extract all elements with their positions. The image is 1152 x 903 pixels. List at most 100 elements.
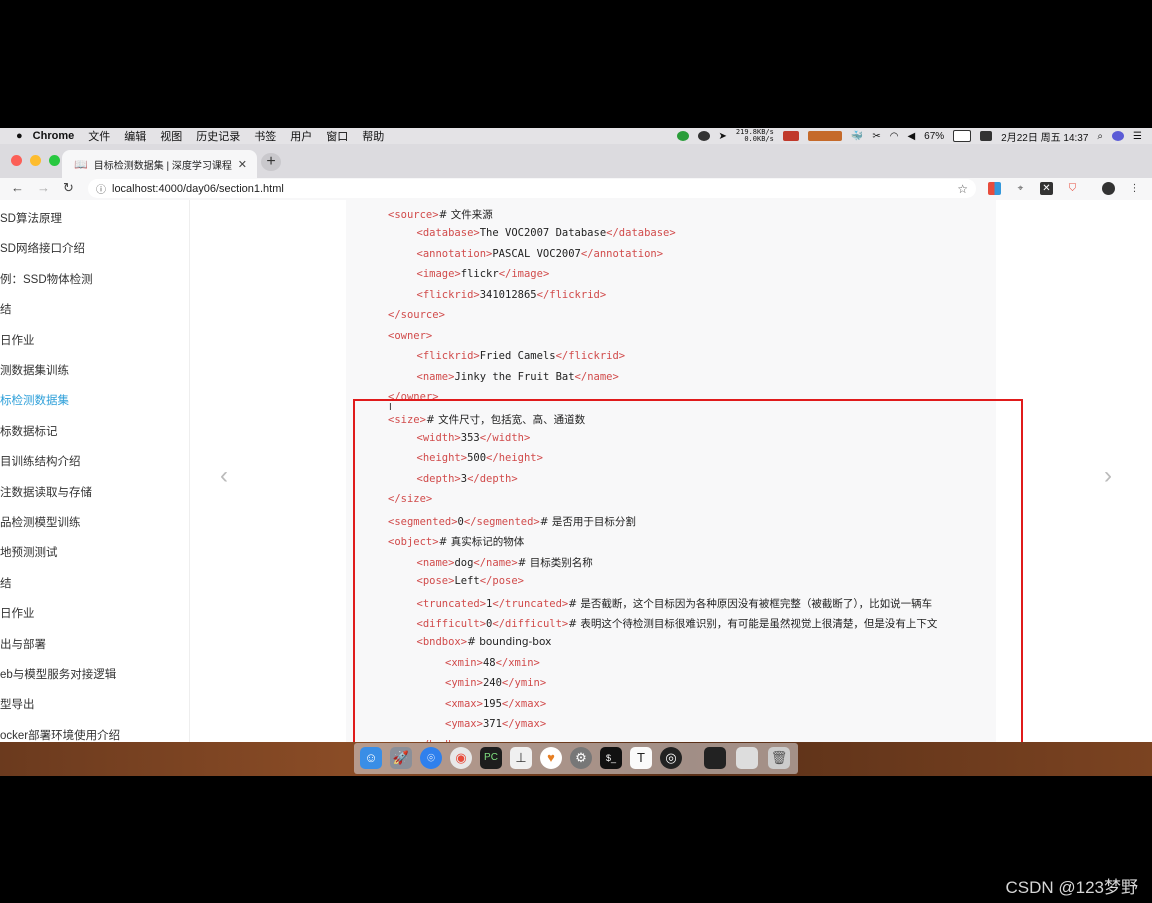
activity-graph-icon[interactable]	[807, 131, 842, 141]
menu-view[interactable]: 视图	[160, 128, 182, 144]
bookmark-star-icon[interactable]: ☆	[957, 182, 968, 196]
extension-shield-icon[interactable]: ⛉	[1066, 182, 1079, 195]
pycharm-icon[interactable]: PC	[480, 747, 502, 769]
extension-cursor-icon[interactable]: ⌖	[1014, 182, 1027, 195]
app-status-icon[interactable]	[697, 131, 710, 141]
sidebar-item-active[interactable]: 标检测数据集	[0, 392, 69, 408]
keynote-icon[interactable]: ⊥	[510, 747, 532, 769]
finder-icon[interactable]: ☺	[360, 747, 382, 769]
code-line: <database>The VOC2007 Database</database…	[417, 227, 676, 239]
dock: ☺ 🚀 ⌾ ◉ PC ⊥ ♥ ⚙ $_ T ◎ 🗑	[354, 743, 798, 774]
launchpad-icon[interactable]: 🚀	[390, 747, 412, 769]
system-preferences-icon[interactable]: ⚙	[570, 747, 592, 769]
battery-percent[interactable]: 67%	[924, 131, 944, 142]
send-icon[interactable]: ➤	[719, 131, 727, 142]
profile-avatar[interactable]	[1102, 182, 1115, 195]
app-icon[interactable]: ♥	[540, 747, 562, 769]
sidebar-item[interactable]: 日作业	[0, 332, 35, 348]
xml-tag: <database>	[416, 227, 480, 240]
trash-icon[interactable]: 🗑	[768, 747, 790, 769]
update-icon[interactable]	[676, 131, 689, 141]
typora-icon[interactable]: T	[630, 747, 652, 769]
sidebar-item[interactable]: 标数据标记	[0, 423, 58, 439]
menu-window[interactable]: 窗口	[326, 128, 348, 144]
bottom-strip	[0, 776, 1152, 903]
menu-app-name[interactable]: Chrome	[33, 130, 75, 142]
chrome-menu-icon[interactable]: ⋮	[1128, 182, 1141, 195]
menu-help[interactable]: 帮助	[362, 128, 384, 144]
info-icon[interactable]: ⓘ	[96, 181, 106, 196]
extension-grid-icon[interactable]	[988, 182, 1001, 195]
xml-tag: </source>	[388, 309, 445, 322]
sidebar-item[interactable]: 目训练结构介绍	[0, 453, 81, 469]
tab-title: 目标检测数据集 | 深度学习课程	[93, 160, 232, 172]
spotlight-search-icon[interactable]: ⌕	[1097, 131, 1103, 142]
obs-icon[interactable]: ◎	[660, 747, 682, 769]
url-text[interactable]: localhost:4000/day06/section1.html	[112, 183, 284, 195]
input-source-icon[interactable]	[980, 131, 993, 141]
terminal-icon[interactable]: $_	[600, 747, 622, 769]
sidebar-item[interactable]: 日作业	[0, 605, 35, 621]
menu-bookmarks[interactable]: 书签	[254, 128, 276, 144]
sidebar-item[interactable]: eb与模型服务对接逻辑	[0, 666, 116, 682]
wifi-icon[interactable]: ◠	[890, 131, 899, 142]
network-speed: 219.8KB/s 0.0KB/s	[736, 129, 774, 143]
menu-people[interactable]: 用户	[290, 128, 312, 144]
close-window-button[interactable]	[11, 155, 22, 166]
menubar-datetime[interactable]: 2月22日 周五 14:37	[1001, 129, 1088, 144]
menu-edit[interactable]: 编辑	[124, 128, 146, 144]
xml-tag: <name>	[416, 370, 455, 383]
window-thumbnail-icon[interactable]	[736, 747, 758, 769]
sidebar-item[interactable]: SD网络接口介绍	[0, 240, 85, 256]
extension-x-icon[interactable]: ✕	[1040, 182, 1053, 195]
sidebar: SD算法原理 SD网络接口介绍 例：SSD物体检测 结 日作业 测数据集训练 标…	[0, 200, 190, 742]
sidebar-item[interactable]: 结	[0, 301, 12, 317]
code-line: <image>flickr</image>	[417, 268, 550, 280]
notification-center-icon[interactable]: ☰	[1133, 131, 1142, 142]
xml-value: The VOC2007 Database	[479, 227, 607, 240]
menu-file[interactable]: 文件	[88, 128, 110, 144]
window-thumbnail-icon[interactable]	[704, 747, 726, 769]
forward-arrow-icon[interactable]: →	[37, 180, 50, 195]
cpu-monitor-icon[interactable]	[782, 131, 799, 141]
xml-tag: </database>	[606, 227, 676, 240]
sidebar-item[interactable]: 注数据读取与存储	[0, 484, 92, 500]
xml-value: Fried Camels	[479, 350, 556, 363]
sidebar-item[interactable]: 结	[0, 575, 12, 591]
chrome-icon[interactable]: ◉	[450, 747, 472, 769]
maximize-window-button[interactable]	[49, 155, 60, 166]
net-down: 0.0KB/s	[744, 135, 774, 143]
sidebar-item[interactable]: 地预测测试	[0, 544, 58, 560]
chevron-right-icon[interactable]: ›	[1104, 462, 1112, 490]
browser-tab[interactable]: 📖 目标检测数据集 | 深度学习课程 ✕	[62, 150, 257, 178]
sidebar-item[interactable]: 型导出	[0, 696, 35, 712]
minimize-window-button[interactable]	[30, 155, 41, 166]
address-row: ← → ↻ ⓘ localhost:4000/day06/section1.ht…	[0, 178, 1152, 201]
code-line: <flickrid>Fried Camels</flickrid>	[417, 350, 626, 362]
siri-icon[interactable]	[1112, 131, 1125, 141]
reload-icon[interactable]: ↻	[63, 180, 74, 196]
xml-tag: </annotation>	[580, 247, 664, 260]
tab-close-icon[interactable]: ✕	[238, 158, 247, 171]
watermark: CSDN @123梦野	[1005, 878, 1138, 897]
xml-tag: </image>	[498, 268, 550, 281]
sidebar-item[interactable]: ocker部署环境使用介绍	[0, 727, 120, 742]
volume-icon[interactable]: ◀	[907, 131, 915, 142]
back-arrow-icon[interactable]: ←	[11, 180, 24, 195]
scissors-icon[interactable]: ✂	[872, 131, 880, 142]
sidebar-item[interactable]: 品检测模型训练	[0, 514, 81, 530]
sidebar-item[interactable]: SD算法原理	[0, 210, 62, 226]
sidebar-item[interactable]: 出与部署	[0, 636, 46, 652]
menu-history[interactable]: 历史记录	[196, 128, 240, 144]
xml-tag: </flickrid>	[555, 350, 626, 363]
apple-icon[interactable]: ●	[16, 130, 23, 142]
new-tab-button[interactable]: +	[261, 153, 281, 171]
address-bar[interactable]: ⓘ localhost:4000/day06/section1.html ☆	[88, 179, 976, 198]
safari-icon[interactable]: ⌾	[420, 747, 442, 769]
chevron-left-icon[interactable]: ‹	[220, 462, 228, 490]
code-line: <name>Jinky the Fruit Bat</name>	[417, 371, 619, 383]
xml-tag: </name>	[574, 370, 619, 383]
docker-icon[interactable]: 🐳	[851, 131, 863, 142]
sidebar-item[interactable]: 测数据集训练	[0, 362, 69, 378]
sidebar-item[interactable]: 例：SSD物体检测	[0, 271, 93, 287]
